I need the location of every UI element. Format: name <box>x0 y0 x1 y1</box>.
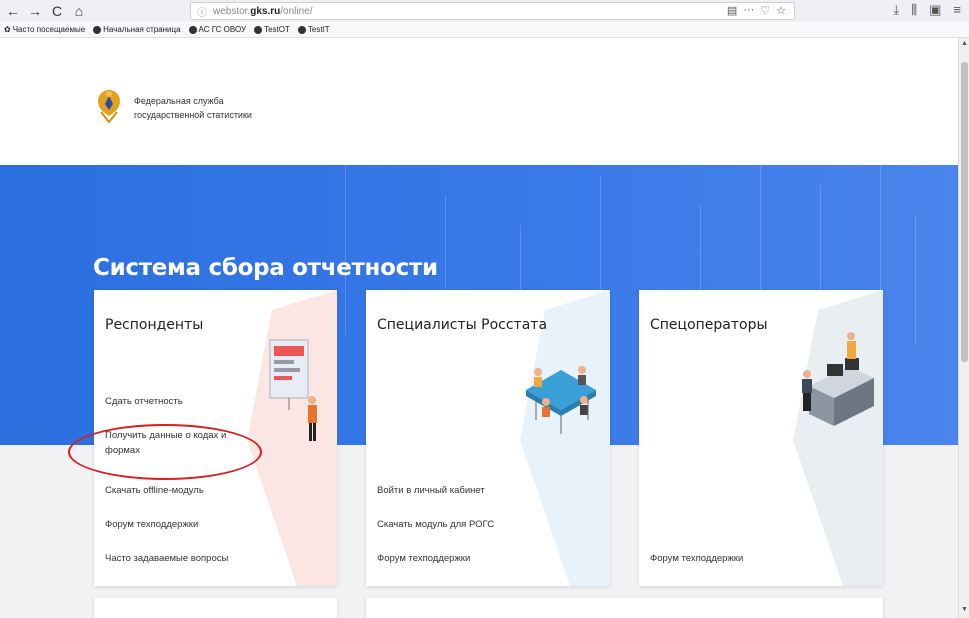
org-name-line2: государственной статистики <box>134 110 252 120</box>
card-respondents: Респонденты Сдать отчетность Получить да… <box>94 290 337 586</box>
link-faq[interactable]: Часто задаваемые вопросы <box>105 551 228 566</box>
library-icon[interactable]: ⫼ <box>911 2 917 18</box>
scroll-thumb[interactable] <box>961 62 968 362</box>
card-next-row <box>366 598 883 618</box>
card-rosstat-specialists: Специалисты Росстата Войти в личный каби… <box>366 290 610 586</box>
back-button-icon[interactable]: ← <box>4 2 22 20</box>
globe-icon <box>297 25 306 34</box>
address-bar[interactable]: ⓘ webstor. gks.ru /online/ ▤ ··· ♡ ☆ <box>190 2 795 20</box>
bookmark-testit[interactable]: TestIT <box>297 25 330 34</box>
card-next-row <box>94 598 337 618</box>
org-name[interactable]: Федеральная служба государственной стати… <box>134 94 252 122</box>
card-title: Спецоператоры <box>650 317 768 333</box>
bookmark-star-icon[interactable]: ☆ <box>776 4 786 17</box>
hero-title: Система сбора отчетности <box>93 255 438 281</box>
url-path: /online/ <box>280 5 313 17</box>
bookmark-label: TestIT <box>307 25 330 34</box>
link-support-forum[interactable]: Форум техподдержки <box>650 551 743 566</box>
org-name-line1: Федеральная служба <box>134 96 224 106</box>
decor-line <box>345 165 346 335</box>
scroll-down-icon[interactable]: ▼ <box>960 606 969 616</box>
presenter-illustration-icon <box>269 339 317 441</box>
link-support-forum[interactable]: Форум техподдержки <box>377 551 470 566</box>
url-prefix: webstor. <box>213 5 251 17</box>
page-actions-icon[interactable]: ··· <box>743 4 754 17</box>
link-download-rogs[interactable]: Скачать модуль для РОГС <box>377 517 494 532</box>
sidebar-icon[interactable]: ▣ <box>929 2 941 18</box>
link-get-codes-forms[interactable]: Получить данные о кодах и формах <box>105 428 255 458</box>
menu-icon[interactable]: ≡ <box>953 2 961 18</box>
site-header: Федеральная служба государственной стати… <box>0 38 958 165</box>
gear-icon: ✿ <box>4 25 11 34</box>
bookmark-label: АС ГС ОВОУ <box>198 25 247 34</box>
home-button-icon[interactable]: ⌂ <box>70 2 88 20</box>
team-office-illustration-icon <box>526 366 596 434</box>
card-title: Специалисты Росстата <box>377 317 548 333</box>
bookmarks-bar: ✿ Часто посещаемые Начальная страница АС … <box>0 22 969 38</box>
rosstat-emblem-icon[interactable] <box>93 86 125 126</box>
scroll-up-icon[interactable]: ▲ <box>960 40 969 50</box>
link-submit-reports[interactable]: Сдать отчетность <box>105 394 183 409</box>
link-download-offline[interactable]: Скачать offline-модуль <box>105 483 204 498</box>
globe-icon <box>254 25 263 34</box>
url-icons: ▤ ··· ♡ ☆ <box>727 4 786 17</box>
page-scrollbar[interactable]: ▲ ▼ <box>958 38 969 618</box>
globe-icon <box>93 25 102 34</box>
downloads-icon[interactable]: ⤓ <box>893 2 899 18</box>
browser-toolbar: ← → C ⌂ ⓘ webstor. gks.ru /online/ ▤ ···… <box>0 0 969 22</box>
decor-line <box>915 215 916 345</box>
bookmark-label: Часто посещаемые <box>12 25 86 34</box>
url-domain: gks.ru <box>250 5 281 17</box>
reload-button-icon[interactable]: C <box>48 2 66 20</box>
bookmark-most-visited[interactable]: ✿ Часто посещаемые <box>4 25 85 34</box>
link-personal-cabinet[interactable]: Войти в личный кабинет <box>377 483 485 498</box>
page-content: Федеральная служба государственной стати… <box>0 38 958 618</box>
link-support-forum[interactable]: Форум техподдержки <box>105 517 198 532</box>
pocket-icon[interactable]: ♡ <box>760 4 770 17</box>
bookmark-label: TestOT <box>264 25 290 34</box>
info-icon: ⓘ <box>197 7 207 19</box>
bookmark-as-gs[interactable]: АС ГС ОВОУ <box>188 25 247 34</box>
forward-button-icon[interactable]: → <box>26 2 44 20</box>
globe-icon <box>188 25 197 34</box>
bookmark-testot[interactable]: TestOT <box>254 25 290 34</box>
reader-view-icon[interactable]: ▤ <box>727 4 737 17</box>
card-title: Респонденты <box>105 317 204 333</box>
bookmark-start-page[interactable]: Начальная страница <box>93 25 181 34</box>
toolbar-right-icons: ⤓ ⫼ ▣ ≡ <box>893 2 961 18</box>
card-special-operators: Спецоператоры Форум техподдержки <box>639 290 883 586</box>
operator-workstation-illustration-icon <box>802 332 874 426</box>
bookmark-label: Начальная страница <box>103 25 181 34</box>
